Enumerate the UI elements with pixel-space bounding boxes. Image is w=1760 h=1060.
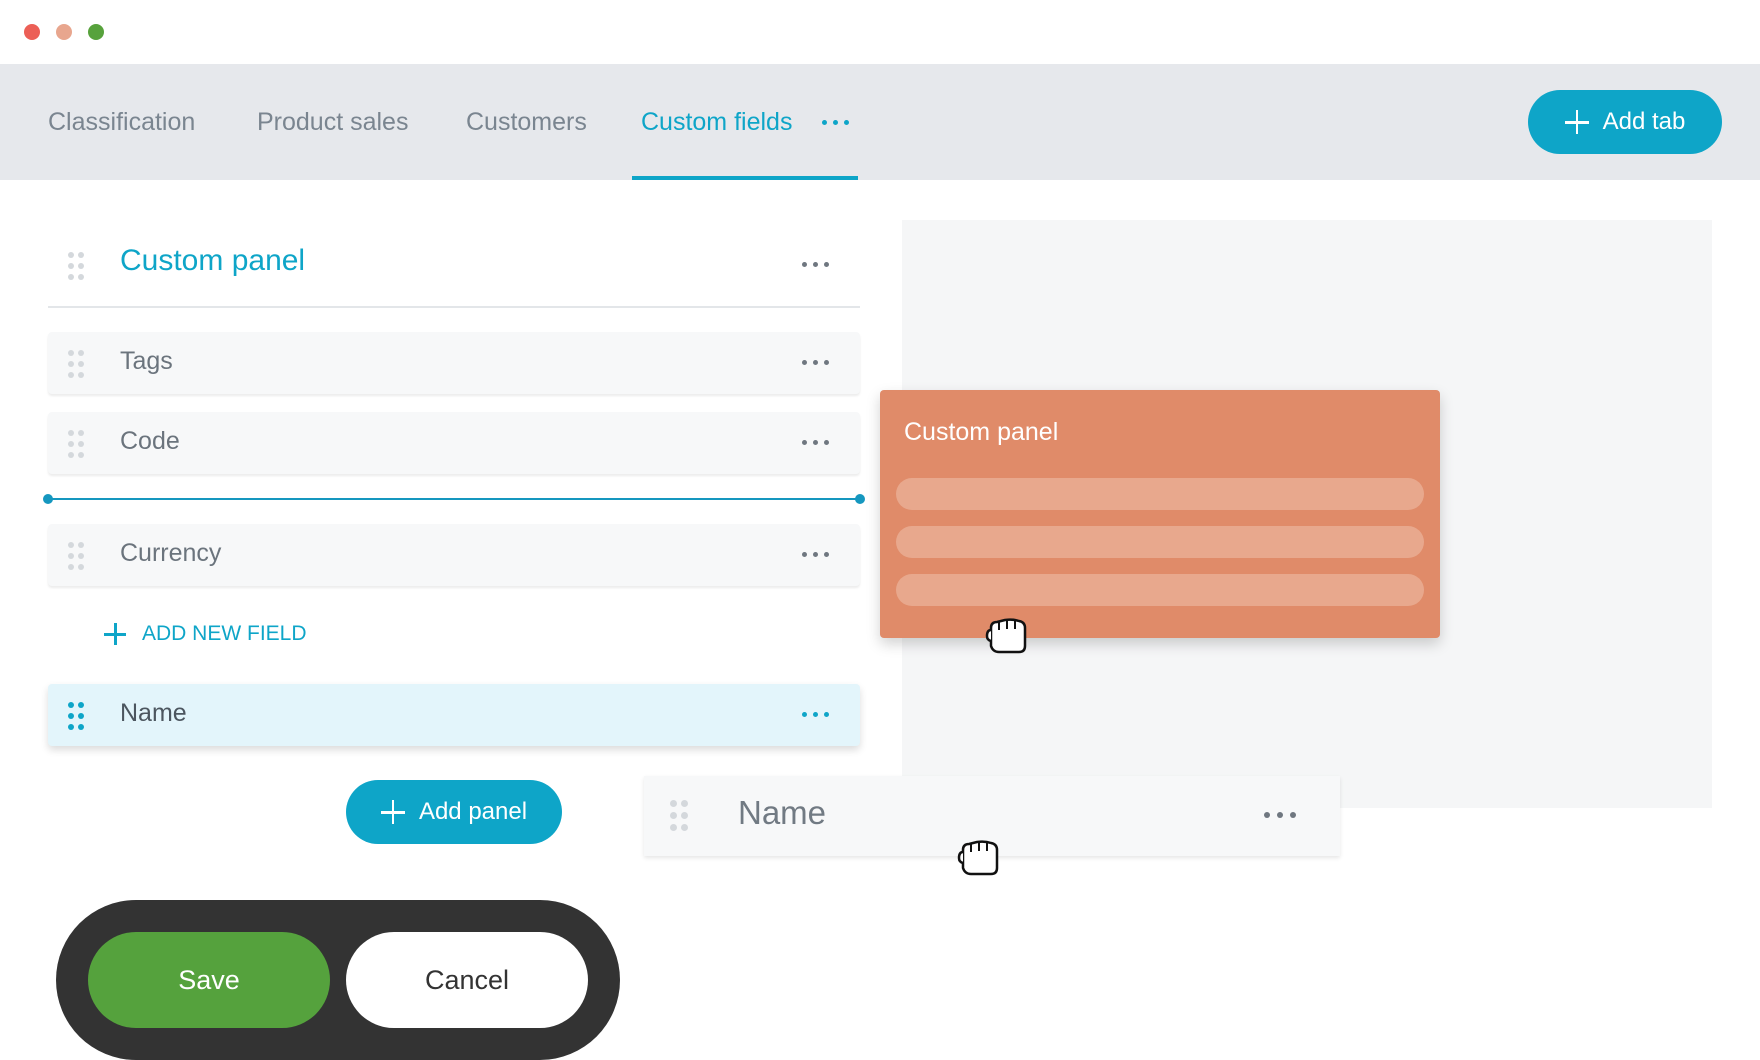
drop-indicator-end [855, 494, 865, 504]
field-row-code[interactable]: Code [48, 412, 860, 474]
add-tab-button[interactable]: Add tab [1528, 90, 1722, 154]
plus-icon [1564, 110, 1589, 134]
dragging-field-label: Name [738, 794, 827, 831]
tab-customers[interactable]: Customers [466, 64, 587, 180]
cancel-button[interactable]: Cancel [346, 932, 588, 1028]
window-maximize-button[interactable] [88, 24, 104, 40]
field-row-currency[interactable]: Currency [48, 524, 860, 586]
add-new-field-label: ADD NEW FIELD [142, 622, 307, 645]
drag-handle-icon[interactable] [68, 430, 86, 458]
add-panel-label: Add panel [418, 798, 528, 825]
dragging-custom-panel[interactable]: Custom panel [880, 390, 1440, 638]
drag-handle-icon[interactable] [68, 252, 86, 280]
tab-bar: Classification Product sales Customers C… [0, 64, 1760, 180]
placeholder-bar [896, 478, 1424, 510]
dragging-panel-title: Custom panel [904, 418, 1059, 446]
plus-icon [104, 623, 126, 645]
drag-handle-icon[interactable] [68, 350, 86, 378]
placeholder-bar [896, 574, 1424, 606]
tab-product-sales[interactable]: Product sales [257, 64, 408, 180]
add-tab-label: Add tab [1602, 108, 1686, 135]
panel-title: Custom panel [120, 244, 306, 277]
tab-more-icon[interactable] [822, 118, 852, 128]
grab-cursor-icon [985, 618, 1027, 654]
tab-custom-fields[interactable]: Custom fields [641, 64, 792, 180]
field-label: Currency [120, 539, 222, 567]
grab-cursor-icon [957, 840, 999, 876]
drag-handle-icon[interactable] [670, 800, 688, 831]
more-horizontal-icon[interactable] [802, 360, 830, 368]
drag-handle-icon[interactable] [68, 542, 86, 570]
more-horizontal-icon[interactable] [802, 440, 830, 448]
field-label: Code [120, 427, 180, 455]
field-label: Tags [120, 347, 173, 375]
more-horizontal-icon[interactable] [802, 552, 830, 560]
more-horizontal-icon[interactable] [802, 712, 830, 720]
placeholder-bar [896, 526, 1424, 558]
add-new-field-button[interactable]: ADD NEW FIELD [104, 622, 307, 646]
tab-classification[interactable]: Classification [48, 64, 195, 180]
field-row-tags[interactable]: Tags [48, 332, 860, 394]
field-row-name[interactable]: Name [48, 684, 860, 746]
window-close-button[interactable] [24, 24, 40, 40]
window-minimize-button[interactable] [56, 24, 72, 40]
save-button[interactable]: Save [88, 932, 330, 1028]
field-label: Name [120, 699, 187, 727]
more-horizontal-icon[interactable] [1264, 812, 1296, 820]
custom-panel-header: Custom panel [48, 224, 860, 308]
plus-icon [380, 800, 405, 824]
window-titlebar [0, 0, 1760, 64]
active-tab-indicator [632, 176, 858, 180]
add-panel-button[interactable]: Add panel [346, 780, 562, 844]
drag-handle-icon[interactable] [68, 702, 86, 730]
drop-indicator-line [48, 498, 860, 500]
more-horizontal-icon[interactable] [802, 262, 830, 270]
